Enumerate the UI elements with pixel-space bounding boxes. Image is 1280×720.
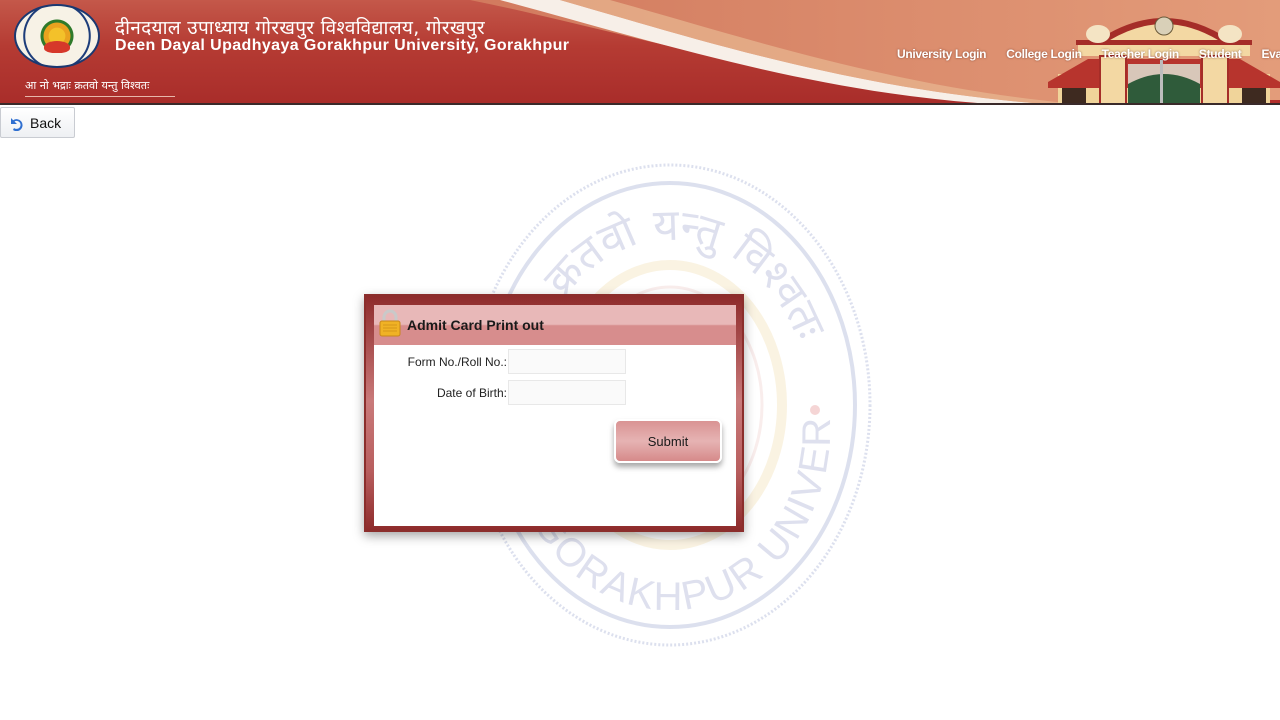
nav-college-login[interactable]: College Login [1006,47,1082,61]
lotus-icon [44,40,70,53]
nav-teacher-login[interactable]: Teacher Login [1102,47,1180,61]
university-seal-icon[interactable] [14,4,100,68]
lock-icon [379,309,401,337]
back-button[interactable]: Back [0,107,75,138]
dialog-header: Admit Card Print out [374,305,736,345]
dialog-body: Form No./Roll No.: Date of Birth: Submit [374,345,736,526]
form-roll-row: Form No./Roll No.: [374,349,626,374]
form-roll-label: Form No./Roll No.: [407,354,507,369]
nav-university-login[interactable]: University Login [897,47,987,61]
top-nav: University Login College Login Teacher L… [897,47,1280,61]
nav-evaluation[interactable]: Evaluat [1261,47,1280,61]
dob-input[interactable] [508,380,626,405]
form-roll-input[interactable] [508,349,626,374]
admit-card-dialog: Admit Card Print out Form No./Roll No.: … [364,294,744,532]
site-header: दीनदयाल उपाध्याय गोरखपुर विश्वविद्यालय, … [0,0,1280,105]
undo-arrow-icon [11,117,23,131]
submit-button[interactable]: Submit [614,419,722,463]
dialog-title: Admit Card Print out [407,317,544,333]
dob-row: Date of Birth: [374,380,626,405]
university-title-english: Deen Dayal Upadhyaya Gorakhpur Universit… [115,37,570,54]
back-button-label: Back [30,114,62,131]
university-motto: आ नो भद्राः क्रतवो यन्तु विश्वतः [25,78,175,97]
nav-student[interactable]: Student [1199,47,1242,61]
dob-label: Date of Birth: [436,385,507,400]
